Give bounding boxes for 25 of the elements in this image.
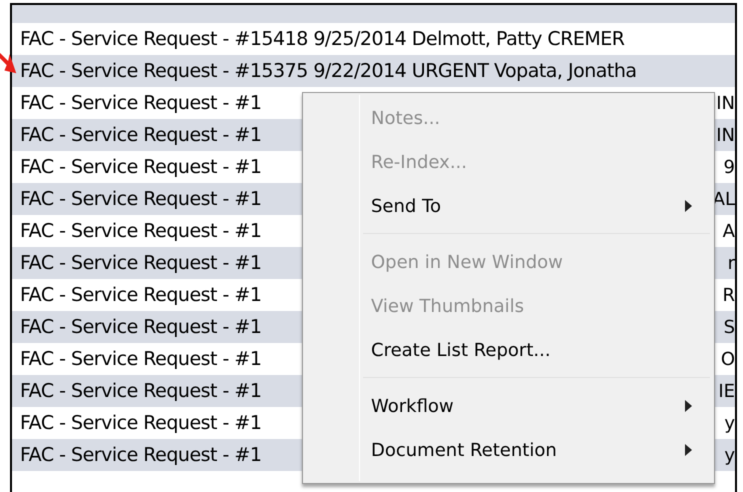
row-text: FAC - Service Request - #1	[20, 346, 262, 372]
row-text: FAC - Service Request - #1	[20, 314, 262, 340]
row-text: A	[722, 220, 735, 244]
row-text: r	[728, 252, 735, 276]
row-text: IN	[716, 92, 735, 116]
row-text: FAC - Service Request - #15418 9/25/2014 Delmott, Patty CREMER	[20, 26, 624, 52]
row-text: y	[724, 412, 735, 436]
row-text: R	[722, 284, 735, 308]
row-text: FAC - Service Request - #1	[20, 282, 262, 308]
row-text: 9	[724, 156, 735, 180]
row-text: O	[720, 348, 735, 372]
row-text: FAC - Service Request - #1	[20, 186, 262, 212]
row-text: IE	[718, 380, 735, 404]
row-text: y	[724, 444, 735, 468]
row-text: FAC - Service Request - #1	[20, 410, 262, 436]
row-text: FAC - Service Request - #1	[20, 250, 262, 276]
row-text: FAC - Service Request - #1	[20, 378, 262, 404]
row-text: FAC - Service Request - #15375 9/22/2014 URGENT Vopata, Jonatha	[20, 58, 637, 84]
row-text: FAC - Service Request - #1	[20, 90, 262, 116]
row-text: FAC - Service Request - #1	[20, 154, 262, 180]
row-text: S	[724, 316, 735, 340]
row-text: FAC - Service Request - #1	[20, 218, 262, 244]
row-text: FAC - Service Request - #1	[20, 122, 262, 148]
row-text: FAC - Service Request - #1	[20, 442, 262, 468]
row-text: IN	[716, 124, 735, 148]
